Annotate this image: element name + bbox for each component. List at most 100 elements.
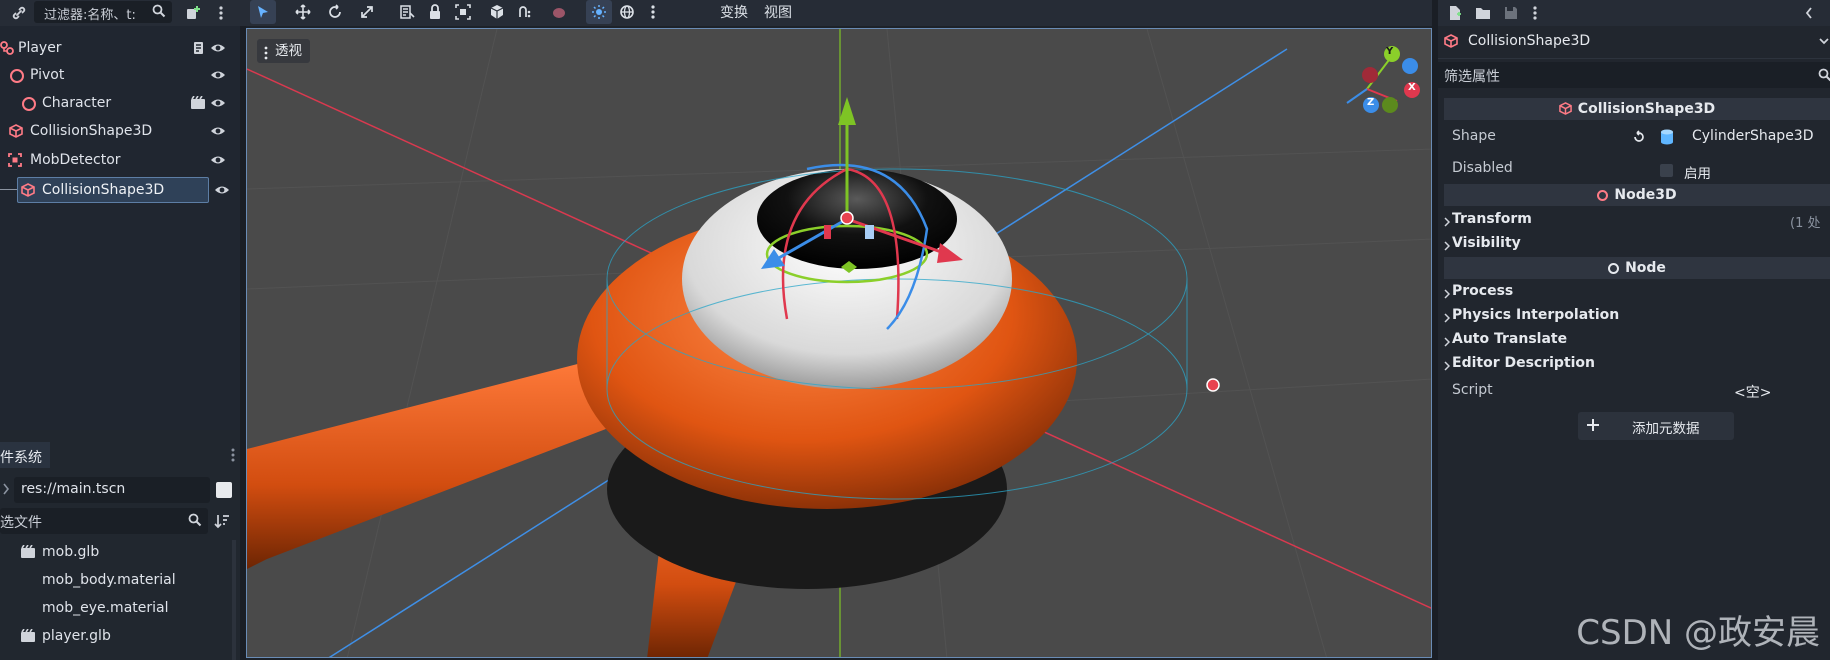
property-label-shape: Shape xyxy=(1452,128,1496,144)
tree-item-label: Character xyxy=(42,95,112,111)
more-options-icon[interactable] xyxy=(1526,4,1544,22)
visibility-eye-icon[interactable] xyxy=(210,41,226,55)
section-node3d[interactable]: Node3D xyxy=(1444,184,1830,206)
menu-transform[interactable]: 变换 xyxy=(720,2,748,22)
mesh-snap-icon[interactable] xyxy=(484,0,510,24)
inspector-object-selector[interactable]: CollisionShape3D xyxy=(1438,28,1830,54)
chevron-right-icon[interactable] xyxy=(2,482,10,500)
inspector-dock: CollisionShape3D 筛选属性 CollisionShape3D S… xyxy=(1438,0,1830,660)
toggle-view-icon[interactable] xyxy=(216,482,232,498)
file-item-label[interactable]: mob_body.material xyxy=(42,572,176,588)
tree-item-mobdetector[interactable]: MobDetector xyxy=(0,147,236,173)
collision-shape-icon xyxy=(1444,34,1458,52)
sun-icon[interactable] xyxy=(586,0,612,24)
search-icon xyxy=(1818,68,1830,86)
animation-icon[interactable] xyxy=(546,0,572,24)
script-icon[interactable] xyxy=(192,41,206,59)
tree-item-label: Pivot xyxy=(30,67,65,83)
node3d-ring-icon xyxy=(22,97,36,111)
group-label: Auto Translate xyxy=(1452,331,1568,347)
tab-label: 件系统 xyxy=(0,450,42,466)
tree-item-collisionshape3d-selected[interactable]: CollisionShape3D xyxy=(17,177,209,203)
snap-icon[interactable] xyxy=(512,0,538,24)
tab-filesystem[interactable]: 件系统 xyxy=(0,442,50,468)
tree-item-collisionshape3d[interactable]: CollisionShape3D xyxy=(0,118,236,144)
section-title: Node3D xyxy=(1614,187,1677,203)
shape-resource-picker[interactable]: CylinderShape3D xyxy=(1656,126,1830,148)
filesystem-scrollbar[interactable] xyxy=(232,540,236,660)
section-title: CollisionShape3D xyxy=(1577,101,1716,117)
rotate-tool-button[interactable] xyxy=(322,0,348,24)
scene-instance-icon[interactable] xyxy=(190,95,206,114)
tree-item-player[interactable]: Player xyxy=(0,35,236,61)
gizmo-z-label[interactable]: Z xyxy=(1367,97,1374,108)
tree-item-label: CollisionShape3D xyxy=(30,123,153,139)
section-node[interactable]: Node xyxy=(1444,257,1830,279)
revert-icon[interactable] xyxy=(1632,130,1646,148)
save-icon[interactable] xyxy=(1502,4,1520,22)
list-select-button[interactable] xyxy=(394,0,420,24)
file-filter-input[interactable]: 选文件 xyxy=(0,508,208,534)
3d-viewport[interactable]: Y X Z 透视 xyxy=(246,28,1432,658)
open-folder-icon[interactable] xyxy=(1474,4,1492,22)
path-input[interactable]: res://main.tscn xyxy=(14,477,210,503)
group-label: Process xyxy=(1452,283,1514,299)
property-label-disabled: Disabled xyxy=(1452,160,1513,176)
menu-view[interactable]: 视图 xyxy=(764,2,792,22)
group-visibility[interactable]: Visibility xyxy=(1438,234,1830,256)
group-label: Physics Interpolation xyxy=(1452,307,1620,323)
property-filter-input[interactable]: 筛选属性 xyxy=(1438,62,1830,88)
file-item-label[interactable]: mob.glb xyxy=(42,544,99,560)
tree-item-character[interactable]: Character xyxy=(0,90,236,116)
perspective-menu-button[interactable]: 透视 xyxy=(257,39,310,63)
chevron-right-icon xyxy=(1444,287,1451,303)
dock-menu-icon[interactable] xyxy=(230,447,236,467)
link-icon[interactable] xyxy=(10,4,28,22)
scale-tool-button[interactable] xyxy=(354,0,380,24)
sort-icon[interactable] xyxy=(214,513,230,533)
file-item-label[interactable]: mob_eye.material xyxy=(42,600,169,616)
more-options-icon[interactable] xyxy=(212,4,230,22)
select-tool-button[interactable] xyxy=(250,0,276,24)
group-transform[interactable]: Transform (1 处 xyxy=(1438,210,1830,232)
tree-item-label: CollisionShape3D xyxy=(42,182,165,198)
new-resource-icon[interactable] xyxy=(1446,4,1464,22)
shape-value: CylinderShape3D xyxy=(1692,128,1814,144)
group-icon[interactable] xyxy=(450,0,476,24)
cylinder-shape-icon xyxy=(1660,129,1674,149)
group-label: Transform xyxy=(1452,211,1532,227)
group-editor-description[interactable]: Editor Description xyxy=(1438,354,1830,376)
chevron-right-icon xyxy=(1444,359,1451,375)
script-value-picker[interactable]: <空> xyxy=(1734,382,1771,402)
lock-icon[interactable] xyxy=(422,0,448,24)
section-collisionshape3d[interactable]: CollisionShape3D xyxy=(1444,98,1830,120)
search-icon xyxy=(152,4,166,22)
more-options-icon[interactable] xyxy=(640,0,666,24)
gizmo-x-label[interactable]: X xyxy=(1408,82,1416,93)
attach-script-icon[interactable] xyxy=(184,4,202,22)
move-tool-button[interactable] xyxy=(290,0,316,24)
file-item-label[interactable]: player.glb xyxy=(42,628,111,644)
node3d-icon xyxy=(0,41,14,55)
gizmo-y-label[interactable]: Y xyxy=(1386,46,1393,57)
visibility-eye-icon[interactable] xyxy=(210,68,226,82)
environment-globe-icon[interactable] xyxy=(614,0,640,24)
file-filter-placeholder: 选文件 xyxy=(0,515,42,531)
scene-filter-input[interactable]: 过滤器:名称、t: xyxy=(34,1,172,23)
disabled-checkbox[interactable] xyxy=(1660,164,1673,177)
more-options-icon xyxy=(264,44,268,68)
group-process[interactable]: Process xyxy=(1438,282,1830,304)
visibility-eye-icon[interactable] xyxy=(214,183,230,197)
visibility-eye-icon[interactable] xyxy=(210,96,226,110)
group-auto-translate[interactable]: Auto Translate xyxy=(1438,330,1830,352)
visibility-eye-icon[interactable] xyxy=(210,124,226,138)
property-filter-placeholder: 筛选属性 xyxy=(1444,69,1500,85)
visibility-eye-icon[interactable] xyxy=(210,153,226,167)
scene-icon xyxy=(20,544,36,563)
group-physics-interpolation[interactable]: Physics Interpolation xyxy=(1438,306,1830,328)
area3d-icon xyxy=(8,153,22,167)
node3d-ring-icon xyxy=(1597,190,1609,201)
add-metadata-button[interactable]: 添加元数据 xyxy=(1578,412,1734,440)
history-back-icon[interactable] xyxy=(1800,4,1818,22)
tree-item-pivot[interactable]: Pivot xyxy=(0,62,236,88)
